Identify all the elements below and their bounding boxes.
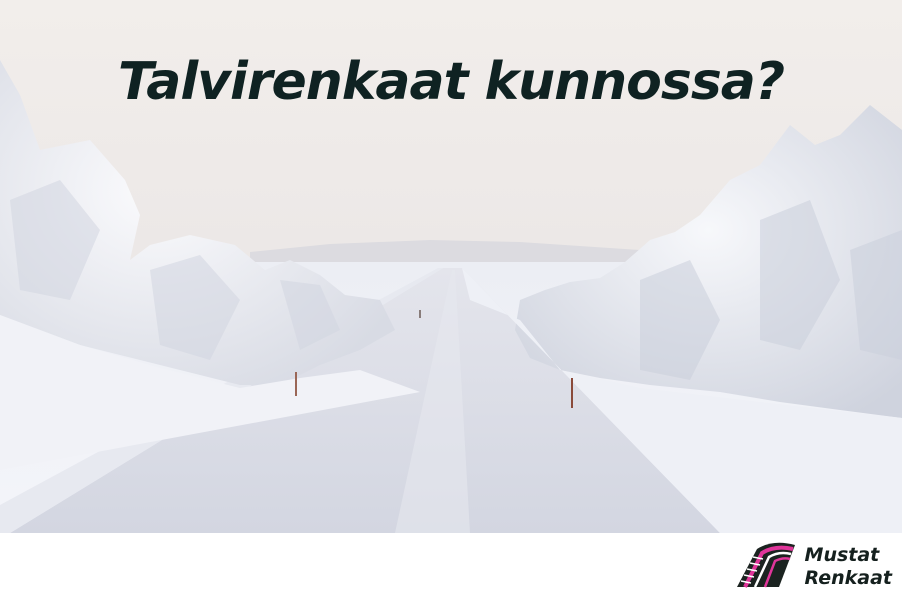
brand-line-2: Renkaat bbox=[804, 567, 892, 589]
brand-name: Mustat Renkaat bbox=[805, 544, 892, 590]
brand-line-1: Mustat bbox=[804, 544, 880, 566]
headline: Talvirenkaat kunnossa? bbox=[117, 52, 785, 112]
tire-track-icon bbox=[735, 541, 799, 593]
brand-logo[interactable]: Mustat Renkaat bbox=[735, 541, 892, 593]
ad-banner: Talvirenkaat kunnossa? Mustat Renkaat bbox=[0, 0, 902, 599]
